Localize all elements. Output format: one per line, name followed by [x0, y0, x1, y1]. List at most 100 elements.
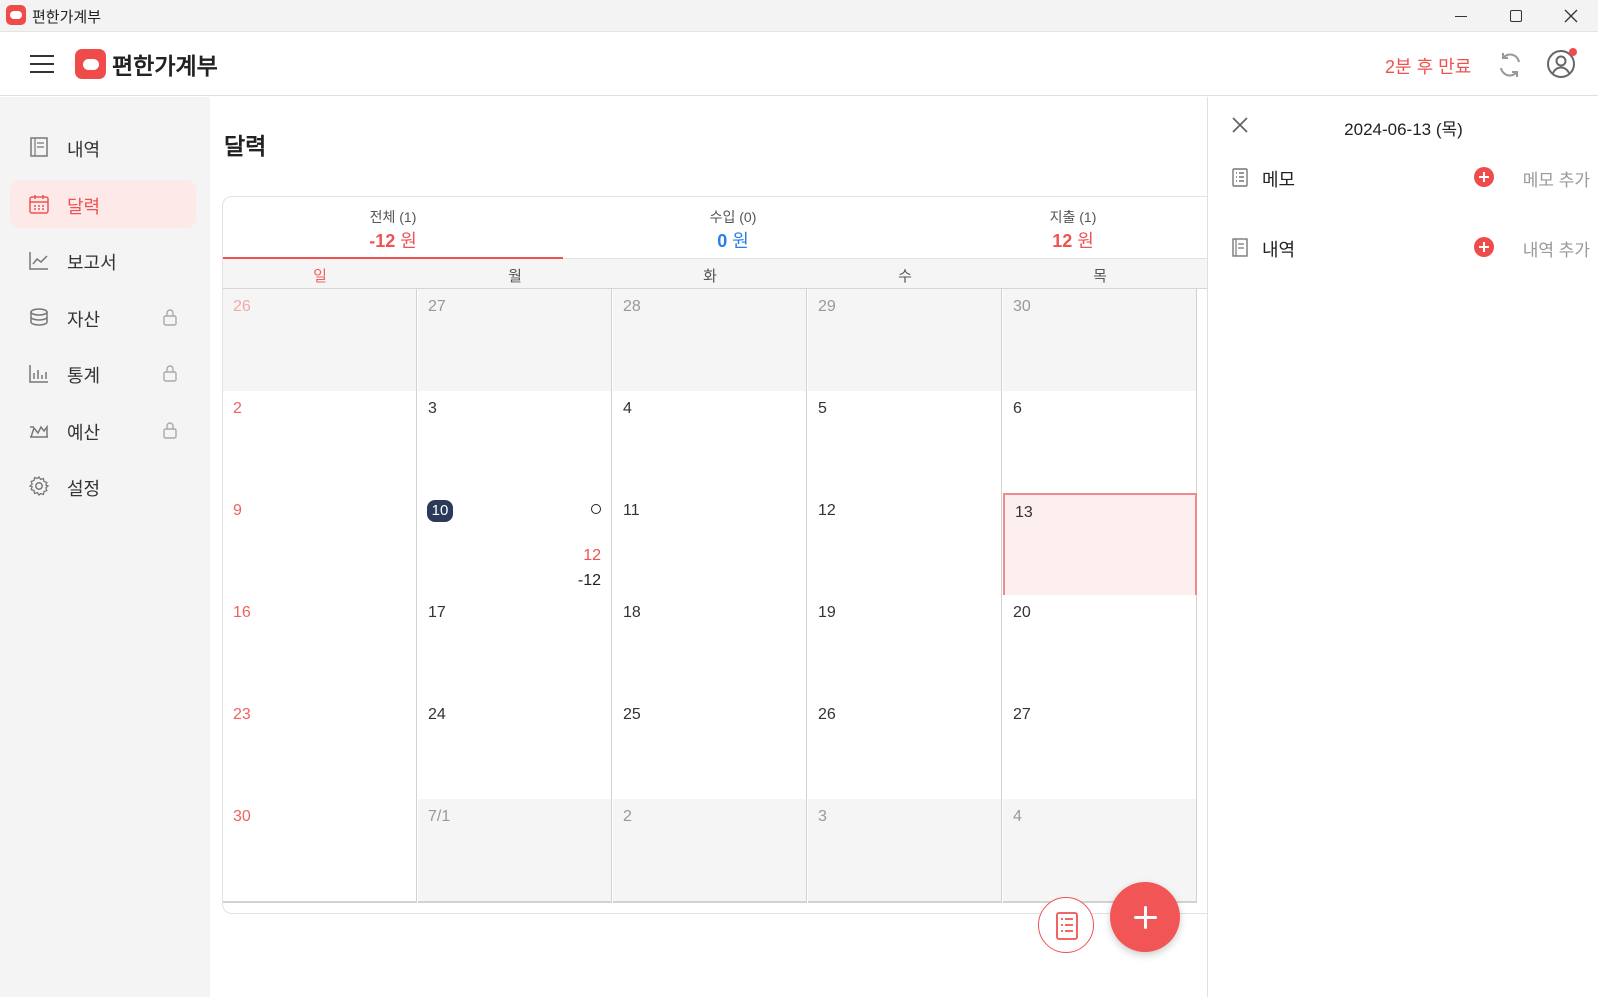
day-number: 9 [233, 502, 242, 519]
sidebar-item-calendar[interactable]: 달력 [10, 180, 196, 228]
day-number: 26 [818, 706, 836, 723]
tab-income[interactable]: 수입 (0) 0 원 [563, 197, 903, 259]
weekday-thu: 목 [1093, 268, 1107, 285]
list-icon [1056, 912, 1078, 940]
calendar-day-cell[interactable]: 2 [613, 799, 807, 903]
sync-icon[interactable] [1495, 50, 1525, 80]
sidebar-item-budget[interactable]: 예산 [10, 406, 196, 454]
day-expense: 12 [583, 547, 601, 564]
calendar-day-cell[interactable]: 10 12 -12 [418, 493, 612, 597]
lock-icon [163, 422, 177, 439]
tab-amount: 12 원 [1052, 231, 1094, 251]
book-icon [1232, 238, 1248, 257]
day-number: 23 [233, 706, 251, 723]
day-number: 27 [428, 298, 446, 315]
calendar-day-cell[interactable]: 4 [613, 391, 807, 495]
calendar-day-cell[interactable]: 28 [613, 289, 807, 393]
calendar-day-cell[interactable]: 30 [1003, 289, 1197, 393]
day-number: 2 [233, 400, 242, 417]
sidebar-item-report[interactable]: 보고서 [10, 236, 196, 284]
minimize-button[interactable] [1434, 0, 1488, 32]
selected-date: 2024-06-13 (목) [1344, 120, 1463, 139]
expire-button[interactable]: 2분 후 만료 [1385, 53, 1471, 79]
calendar-day-cell[interactable]: 17 [418, 595, 612, 699]
sidebar-item-label: 예산 [67, 423, 101, 443]
day-net: -12 [577, 572, 601, 589]
calendar-day-cell[interactable]: 12 [808, 493, 1002, 597]
add-memo-icon[interactable] [1474, 167, 1494, 187]
calendar-day-cell[interactable]: 30 [223, 799, 417, 903]
calendar-day-cell[interactable]: 13 [1003, 493, 1197, 597]
close-icon [1564, 9, 1578, 23]
history-label: 내역 [1262, 240, 1296, 260]
sidebar-item-label: 자산 [67, 310, 101, 330]
add-memo-button[interactable]: 메모 추가 [1523, 166, 1590, 191]
calendar-day-cell[interactable]: 3 [808, 799, 1002, 903]
day-number: 18 [623, 604, 641, 621]
calendar-day-cell[interactable]: 11 [613, 493, 807, 597]
summary-tabs: 전체 (1) -12 원 수입 (0) 0 원 지출 (1) 12 원 [223, 197, 1221, 260]
add-entry-button[interactable] [1110, 882, 1180, 952]
calendar-day-cell[interactable]: 24 [418, 697, 612, 801]
menu-icon[interactable] [30, 53, 54, 75]
weekday-mon: 월 [508, 268, 522, 285]
calendar-day-cell[interactable]: 27 [1003, 697, 1197, 801]
tab-label: 전체 (1) [369, 209, 417, 225]
sidebar-item-label: 내역 [67, 140, 101, 160]
day-number: 26 [233, 298, 251, 315]
close-window-button[interactable] [1544, 0, 1598, 32]
maximize-button[interactable] [1489, 0, 1543, 32]
calendar-day-cell[interactable]: 5 [808, 391, 1002, 495]
tab-all[interactable]: 전체 (1) -12 원 [223, 197, 563, 260]
add-history-icon[interactable] [1474, 237, 1494, 257]
memo-section: 메모 메모 추가 [1230, 163, 1590, 193]
tab-expense[interactable]: 지출 (1) 12 원 [903, 197, 1221, 259]
calendar-day-cell[interactable]: 26 [223, 289, 417, 393]
calendar-day-cell[interactable]: 7/1 [418, 799, 612, 903]
calendar-day-cell[interactable]: 19 [808, 595, 1002, 699]
tab-label: 지출 (1) [1049, 209, 1097, 225]
day-number: 13 [1015, 504, 1033, 521]
calendar-day-cell[interactable]: 20 [1003, 595, 1197, 699]
budget-icon [30, 424, 48, 438]
sidebar-item-label: 설정 [67, 479, 101, 499]
sidebar-item-history[interactable]: 내역 [10, 123, 196, 171]
coins-icon [30, 308, 48, 326]
calendar-day-cell[interactable]: 25 [613, 697, 807, 801]
sidebar-item-assets[interactable]: 자산 [10, 293, 196, 341]
calendar-card: 전체 (1) -12 원 수입 (0) 0 원 지출 (1) 12 원 일 월 … [222, 196, 1222, 914]
calendar-day-cell[interactable]: 3 [418, 391, 612, 495]
sidebar-item-label: 통계 [67, 366, 101, 386]
calendar-day-cell[interactable]: 16 [223, 595, 417, 699]
day-number: 4 [623, 400, 632, 417]
calendar-day-cell[interactable]: 9 [223, 493, 417, 597]
calendar-day-cell[interactable]: 26 [808, 697, 1002, 801]
calendar-day-cell[interactable]: 18 [613, 595, 807, 699]
day-number: 11 [623, 502, 640, 519]
calendar-day-cell[interactable]: 4 [1003, 799, 1197, 903]
sidebar-item-label: 보고서 [67, 253, 117, 273]
calendar-day-cell[interactable]: 23 [223, 697, 417, 801]
sidebar-item-settings[interactable]: 설정 [10, 462, 196, 510]
calendar-day-cell[interactable]: 2 [223, 391, 417, 495]
calendar-icon [29, 195, 49, 214]
day-number: 16 [233, 604, 251, 621]
add-history-button[interactable]: 내역 추가 [1523, 236, 1590, 261]
app-brand: 편한가계부 [112, 53, 218, 79]
profile-button[interactable] [1545, 48, 1577, 80]
calendar-day-cell[interactable]: 27 [418, 289, 612, 393]
day-number: 27 [1013, 706, 1031, 723]
list-view-button[interactable] [1038, 897, 1094, 953]
calendar-day-cell[interactable]: 29 [808, 289, 1002, 393]
day-number: 5 [818, 400, 827, 417]
maximize-icon [1510, 10, 1522, 22]
day-number: 29 [818, 298, 836, 315]
sidebar-item-stats[interactable]: 통계 [10, 349, 196, 397]
day-number: 28 [623, 298, 641, 315]
day-number: 12 [818, 502, 836, 519]
chart-line-icon [29, 252, 48, 270]
calendar-day-cell[interactable]: 6 [1003, 391, 1197, 495]
lock-icon [163, 365, 177, 382]
day-number: 3 [818, 808, 827, 825]
weekday-tue: 화 [703, 268, 717, 285]
